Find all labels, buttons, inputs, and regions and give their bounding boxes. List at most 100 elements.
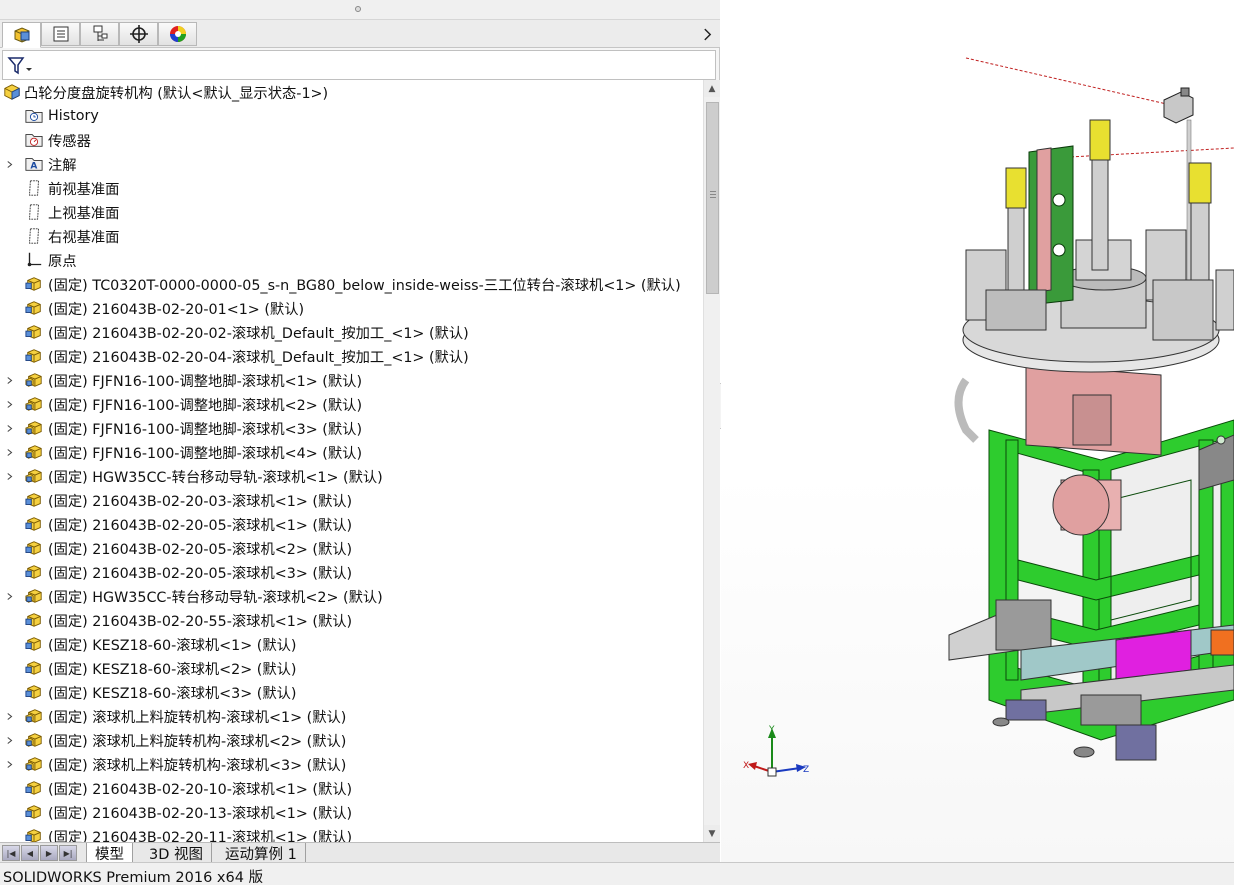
tree-item[interactable]: (固定) 216043B-02-20-05-滚球机<2> (默认) [0, 536, 703, 560]
part-icon [24, 274, 44, 294]
tree-item-label: 传感器 [48, 133, 91, 150]
expand-arrow-icon[interactable] [5, 368, 15, 392]
tree-item[interactable]: (固定) 滚球机上料旋转机构-滚球机<1> (默认) [0, 704, 703, 728]
expand-arrow-icon[interactable] [5, 152, 15, 176]
tab-3d-view[interactable]: 3D 视图 [141, 843, 212, 863]
next-tab-arrow-icon[interactable]: ▶ [40, 845, 58, 861]
pane-splitter[interactable] [0, 0, 720, 20]
scroll-up-arrow-icon[interactable]: ▲ [704, 80, 720, 97]
tree-item[interactable]: (固定) 216043B-02-20-05-滚球机<3> (默认) [0, 560, 703, 584]
tree-item[interactable]: (固定) 216043B-02-20-01<1> (默认) [0, 296, 703, 320]
status-text: SOLIDWORKS Premium 2016 x64 版 [3, 870, 264, 885]
tree-item-label: (固定) HGW35CC-转台移动导轨-滚球机<1> (默认) [48, 469, 383, 486]
property-manager-tab[interactable] [41, 22, 80, 46]
tree-item[interactable]: 传感器 [0, 128, 703, 152]
filter-funnel-icon[interactable] [7, 56, 33, 76]
tree-item[interactable]: (固定) KESZ18-60-滚球机<2> (默认) [0, 656, 703, 680]
tree-vertical-scrollbar[interactable]: ▲ ▼ [703, 80, 720, 842]
scroll-down-arrow-icon[interactable]: ▼ [704, 825, 720, 842]
prev-tab-arrow-icon[interactable]: ◀ [21, 845, 39, 861]
tree-root-assembly[interactable]: 凸轮分度盘旋转机构 (默认<默认_显示状态-1>) [0, 80, 703, 104]
tree-item[interactable]: 前视基准面 [0, 176, 703, 200]
last-tab-arrow-icon[interactable]: ▶| [59, 845, 77, 861]
expand-arrow-icon[interactable] [5, 704, 15, 728]
tree-item[interactable]: (固定) 216043B-02-20-04-滚球机_Default_按加工_<1… [0, 344, 703, 368]
tree-item-label: 前视基准面 [48, 181, 120, 198]
configuration-manager-tab[interactable] [80, 22, 119, 46]
tree-item[interactable]: (固定) KESZ18-60-滚球机<1> (默认) [0, 632, 703, 656]
tab-model[interactable]: 模型 [86, 843, 133, 863]
tab-motion-study[interactable]: 运动算例 1 [217, 843, 306, 863]
tree-item[interactable]: (固定) 216043B-02-20-13-滚球机<1> (默认) [0, 800, 703, 824]
tree-item-label: 右视基准面 [48, 229, 120, 246]
tree-item[interactable]: (固定) FJFN16-100-调整地脚-滚球机<3> (默认) [0, 416, 703, 440]
tree-item[interactable]: 右视基准面 [0, 224, 703, 248]
part-icon [24, 634, 44, 654]
tree-item[interactable]: (固定) TC0320T-0000-0000-05_s-n_BG80_below… [0, 272, 703, 296]
assembly-icon [24, 730, 44, 750]
tree-item[interactable]: (固定) 216043B-02-20-55-滚球机<1> (默认) [0, 608, 703, 632]
expand-arrow-icon[interactable] [5, 584, 15, 608]
chevron-right-icon[interactable] [700, 24, 714, 44]
triad-x-label: X [743, 761, 749, 771]
tree-item[interactable]: (固定) FJFN16-100-调整地脚-滚球机<4> (默认) [0, 440, 703, 464]
expand-arrow-icon[interactable] [5, 752, 15, 776]
tree-item-label: (固定) TC0320T-0000-0000-05_s-n_BG80_below… [48, 277, 681, 294]
dimxpert-manager-tab[interactable] [119, 22, 158, 46]
assembly-icon [24, 418, 44, 438]
tree-item-label: (固定) KESZ18-60-滚球机<3> (默认) [48, 685, 297, 702]
tree-item[interactable]: 上视基准面 [0, 200, 703, 224]
assembly-icon [24, 706, 44, 726]
tree-item[interactable]: (固定) 216043B-02-20-10-滚球机<1> (默认) [0, 776, 703, 800]
tree-item-label: (固定) 216043B-02-20-11-滚球机<1> (默认) [48, 829, 353, 843]
display-manager-tab[interactable] [158, 22, 197, 46]
tree-item-label: (固定) HGW35CC-转台移动导轨-滚球机<2> (默认) [48, 589, 383, 606]
tree-item[interactable]: (固定) 216043B-02-20-03-滚球机<1> (默认) [0, 488, 703, 512]
part-icon [24, 778, 44, 798]
expand-arrow-icon[interactable] [5, 464, 15, 488]
tree-root-label: 凸轮分度盘旋转机构 (默认<默认_显示状态-1>) [24, 85, 329, 102]
plane-icon [24, 202, 44, 222]
tree-item[interactable]: (固定) 滚球机上料旋转机构-滚球机<3> (默认) [0, 752, 703, 776]
tree-item-label: (固定) 滚球机上料旋转机构-滚球机<2> (默认) [48, 733, 347, 750]
expand-arrow-icon[interactable] [5, 440, 15, 464]
expand-arrow-icon[interactable] [5, 728, 15, 752]
tree-item-label: (固定) FJFN16-100-调整地脚-滚球机<4> (默认) [48, 445, 363, 462]
expand-arrow-icon[interactable] [5, 416, 15, 440]
status-bar: SOLIDWORKS Premium 2016 x64 版 [0, 862, 1234, 885]
tree-item-label: (固定) 216043B-02-20-05-滚球机<3> (默认) [48, 565, 353, 582]
tree-item[interactable]: (固定) FJFN16-100-调整地脚-滚球机<1> (默认) [0, 368, 703, 392]
tree-item-label: (固定) 滚球机上料旋转机构-滚球机<3> (默认) [48, 757, 347, 774]
part-icon [24, 514, 44, 534]
feature-manager-tab[interactable] [2, 22, 41, 48]
assembly-icon [24, 586, 44, 606]
tree-item[interactable]: (固定) 滚球机上料旋转机构-滚球机<2> (默认) [0, 728, 703, 752]
tree-item-label: (固定) 滚球机上料旋转机构-滚球机<1> (默认) [48, 709, 347, 726]
tree-item-label: (固定) 216043B-02-20-03-滚球机<1> (默认) [48, 493, 353, 510]
crosshair-icon [129, 25, 148, 43]
splitter-grip-icon[interactable] [355, 6, 361, 12]
tree-item-label: (固定) 216043B-02-20-02-滚球机_Default_按加工_<1… [48, 325, 469, 342]
tree-item[interactable]: (固定) HGW35CC-转台移动导轨-滚球机<1> (默认) [0, 464, 703, 488]
feature-tree: 凸轮分度盘旋转机构 (默认<默认_显示状态-1>) History 传感器 A 注解前… [0, 80, 703, 842]
tree-item[interactable]: (固定) 216043B-02-20-11-滚球机<1> (默认) [0, 824, 703, 842]
tree-item[interactable]: (固定) KESZ18-60-滚球机<3> (默认) [0, 680, 703, 704]
tree-item-label: (固定) KESZ18-60-滚球机<1> (默认) [48, 637, 297, 654]
history-folder-icon [24, 106, 44, 126]
assembly-icon [24, 466, 44, 486]
tree-item[interactable]: (固定) HGW35CC-转台移动导轨-滚球机<2> (默认) [0, 584, 703, 608]
tree-item[interactable]: 原点 [0, 248, 703, 272]
assembly-icon [24, 754, 44, 774]
expand-arrow-icon[interactable] [5, 392, 15, 416]
tree-item[interactable]: A 注解 [0, 152, 703, 176]
tree-item[interactable]: History [0, 104, 703, 128]
tree-item[interactable]: (固定) FJFN16-100-调整地脚-滚球机<2> (默认) [0, 392, 703, 416]
property-list-icon [53, 26, 68, 42]
part-icon [24, 562, 44, 582]
tree-item[interactable]: (固定) 216043B-02-20-02-滚球机_Default_按加工_<1… [0, 320, 703, 344]
tree-item[interactable]: (固定) 216043B-02-20-05-滚球机<1> (默认) [0, 512, 703, 536]
plane-icon [24, 178, 44, 198]
first-tab-arrow-icon[interactable]: |◀ [2, 845, 20, 861]
tree-filter-bar[interactable] [2, 50, 716, 80]
scroll-thumb[interactable] [706, 102, 719, 294]
